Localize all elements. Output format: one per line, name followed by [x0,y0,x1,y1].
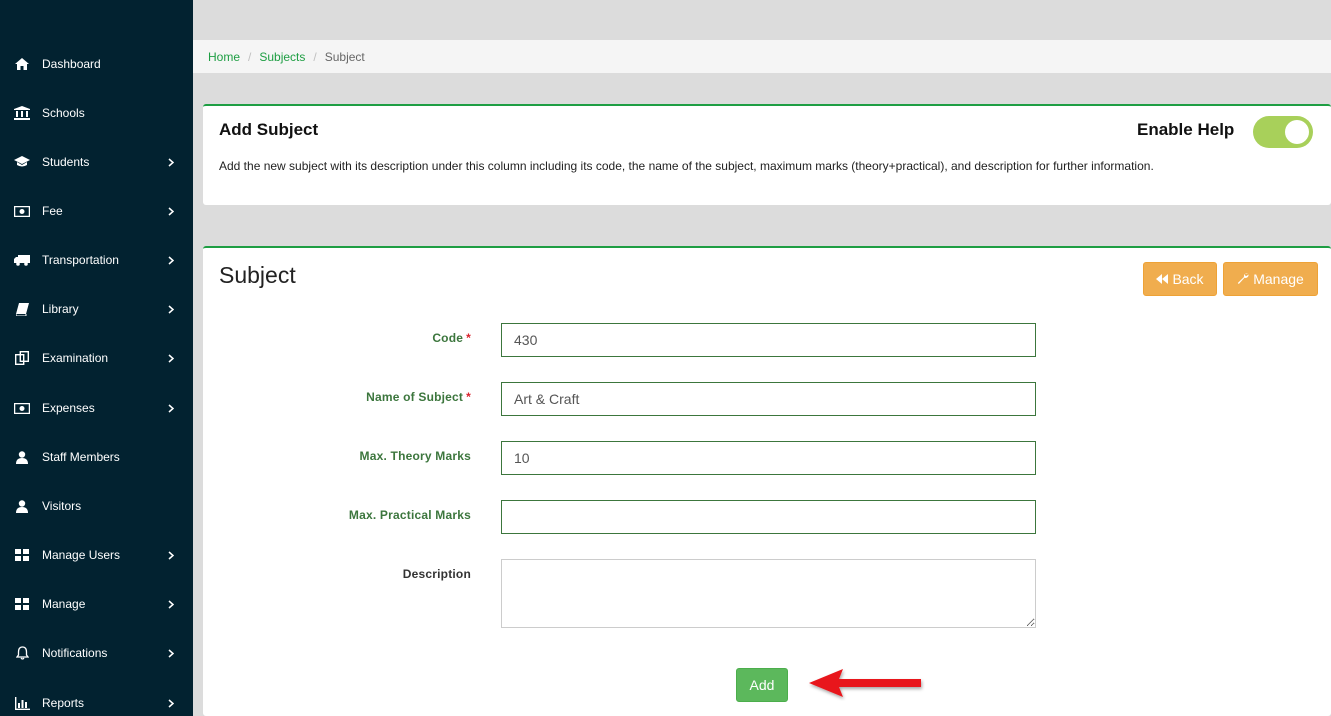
breadcrumb-current: Subject [324,49,365,64]
manage-button[interactable]: Manage [1223,262,1318,296]
grid-icon [14,596,30,612]
sidebar-item-label: Reports [42,696,85,710]
max-practical-marks-input[interactable] [501,500,1036,534]
description-textarea[interactable] [501,559,1036,628]
bar-chart-icon [14,695,30,711]
backward-icon [1156,271,1169,287]
sidebar-item-label: Visitors [42,499,82,513]
sidebar-item-manage[interactable]: Manage [0,584,193,624]
chevron-right-icon [166,647,176,659]
subject-form-panel: Subject Back Manage Code* Name of Subjec… [203,246,1331,716]
money-icon [14,203,30,219]
breadcrumb-separator: / [248,49,252,64]
sidebar-item-schools[interactable]: Schools [0,93,193,133]
book-icon [14,301,30,317]
sidebar-item-label: Staff Members [42,450,120,464]
chevron-right-icon [166,303,176,315]
sidebar-item-label: Manage Users [42,548,121,562]
chevron-right-icon [166,697,176,709]
sidebar-item-dashboard[interactable]: Dashboard [0,44,193,84]
sidebar-item-manage-users[interactable]: Manage Users [0,535,193,575]
page-title: Subject [219,262,296,288]
sidebar-item-examination[interactable]: Examination [0,338,193,378]
sidebar: Dashboard Schools Students Fee Transport… [0,0,193,716]
sidebar-item-transportation[interactable]: Transportation [0,240,193,280]
required-marker: * [466,331,471,345]
description-label: Description [402,567,471,581]
max-theory-marks-label: Max. Theory Marks [359,449,471,463]
code-input[interactable] [501,323,1036,357]
name-of-subject-input[interactable] [501,382,1036,416]
breadcrumb-home-link[interactable]: Home [208,50,240,64]
sidebar-item-expenses[interactable]: Expenses [0,388,193,428]
money-icon [14,400,30,416]
manage-button-label: Manage [1253,271,1304,287]
name-of-subject-label: Name of Subject * [366,390,471,404]
copy-icon [14,350,30,366]
name-label-text: Name of Subject [366,390,464,404]
help-description: Add the new subject with its description… [219,159,1154,173]
chevron-right-icon [166,352,176,364]
breadcrumb-subjects-link[interactable]: Subjects [259,50,305,64]
grid-icon [14,547,30,563]
help-panel: Add Subject Enable Help Add the new subj… [203,104,1331,205]
code-label-text: Code [432,331,464,345]
bell-icon [14,645,30,661]
sidebar-item-label: Examination [42,351,109,365]
wrench-icon [1237,271,1249,287]
annotation-arrow-icon [809,669,921,697]
code-label: Code * [432,331,471,345]
sidebar-item-fee[interactable]: Fee [0,191,193,231]
user-icon [14,498,30,514]
enable-help-toggle[interactable] [1253,116,1313,148]
required-marker: * [466,390,471,404]
user-icon [14,449,30,465]
bank-icon [14,105,30,121]
sidebar-item-label: Fee [42,204,63,218]
sidebar-item-label: Library [42,302,79,316]
sidebar-item-notifications[interactable]: Notifications [0,633,193,673]
graduation-cap-icon [14,154,30,170]
add-button[interactable]: Add [736,668,788,702]
chevron-right-icon [166,549,176,561]
max-practical-marks-label: Max. Practical Marks [348,508,471,522]
sidebar-item-label: Students [42,155,90,169]
chevron-right-icon [166,156,176,168]
chevron-right-icon [166,205,176,217]
sidebar-item-students[interactable]: Students [0,142,193,182]
chevron-right-icon [166,254,176,266]
max-theory-marks-input[interactable] [501,441,1036,475]
sidebar-item-label: Notifications [42,646,108,660]
sidebar-item-reports[interactable]: Reports [0,683,193,716]
sidebar-item-label: Dashboard [42,57,101,71]
back-button-label: Back [1172,271,1204,287]
sidebar-item-label: Expenses [42,401,95,415]
sidebar-item-label: Schools [42,106,85,120]
breadcrumb: Home / Subjects / Subject [193,40,1331,73]
sidebar-item-label: Transportation [42,253,119,267]
chevron-right-icon [166,598,176,610]
breadcrumb-separator: / [313,49,317,64]
back-button[interactable]: Back [1143,262,1217,296]
enable-help-label: Enable Help [1137,120,1235,139]
sidebar-item-staff-members[interactable]: Staff Members [0,437,193,477]
sidebar-item-visitors[interactable]: Visitors [0,486,193,526]
truck-icon [14,252,30,268]
sidebar-item-library[interactable]: Library [0,289,193,329]
help-title: Add Subject [219,120,319,139]
toggle-knob [1285,120,1309,144]
home-icon [14,56,30,72]
chevron-right-icon [166,402,176,414]
sidebar-item-label: Manage [42,597,86,611]
